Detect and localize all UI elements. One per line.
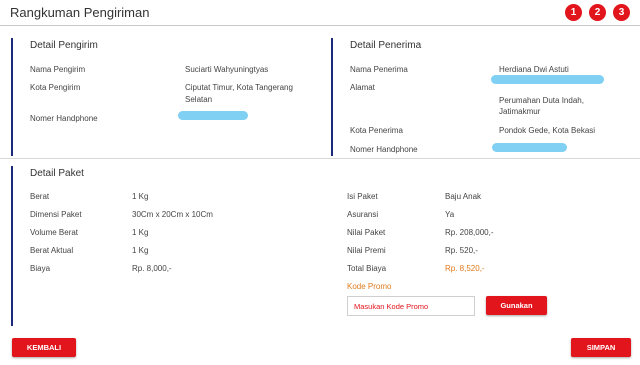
section-divider bbox=[0, 158, 640, 159]
sender-city-value-line1: Ciputat Timur, Kota Tangerang bbox=[185, 83, 293, 92]
receiver-section: Detail Penerima Nama Penerima Herdiana D… bbox=[331, 38, 631, 156]
receiver-phone-redaction bbox=[492, 143, 567, 152]
receiver-phone-label: Nomer Handphone bbox=[350, 145, 418, 154]
volume-weight-value: 1 Kg bbox=[132, 228, 149, 237]
sender-city-value-line2: Selatan bbox=[185, 95, 213, 104]
receiver-address-line1: Perumahan Duta Indah, bbox=[499, 96, 584, 105]
dimension-label: Dimensi Paket bbox=[30, 210, 82, 219]
premium-label: Nilai Premi bbox=[347, 246, 386, 255]
sender-phone-label: Nomer Handphone bbox=[30, 114, 98, 123]
dimension-value: 30Cm x 20Cm x 10Cm bbox=[132, 210, 213, 219]
actual-weight-value: 1 Kg bbox=[132, 246, 149, 255]
package-section-title: Detail Paket bbox=[30, 168, 84, 179]
step-3-badge[interactable]: 3 bbox=[613, 4, 630, 21]
sender-section: Detail Pengirim Nama Pengirim Suciarti W… bbox=[11, 38, 311, 156]
sender-name-value: Suciarti Wahyuningtyas bbox=[185, 65, 269, 74]
page-title: Rangkuman Pengiriman bbox=[10, 5, 150, 20]
step-indicator: 1 2 3 bbox=[565, 4, 630, 21]
cost-label: Biaya bbox=[30, 264, 51, 273]
weight-value: 1 Kg bbox=[132, 192, 149, 201]
insurance-value: Ya bbox=[445, 210, 455, 219]
promo-code-label: Kode Promo bbox=[347, 282, 392, 291]
receiver-name-value: Herdiana Dwi Astuti bbox=[499, 65, 569, 74]
receiver-address-label: Alamat bbox=[350, 83, 375, 92]
page-header: Rangkuman Pengiriman 1 2 3 bbox=[0, 0, 640, 26]
sender-section-bar bbox=[11, 38, 13, 156]
step-2-badge[interactable]: 2 bbox=[589, 4, 606, 21]
package-contents-value: Baju Anak bbox=[445, 192, 482, 201]
back-button[interactable]: KEMBALI bbox=[12, 338, 76, 357]
promo-code-input[interactable] bbox=[347, 296, 475, 316]
volume-weight-label: Volume Berat bbox=[30, 228, 79, 237]
receiver-city-value: Pondok Gede, Kota Bekasi bbox=[499, 126, 596, 135]
insurance-label: Asuransi bbox=[347, 210, 379, 219]
package-value-value: Rp. 208,000,- bbox=[445, 228, 494, 237]
sender-phone-redaction bbox=[178, 111, 248, 120]
save-button[interactable]: SIMPAN bbox=[571, 338, 631, 357]
step-1-badge[interactable]: 1 bbox=[565, 4, 582, 21]
weight-label: Berat bbox=[30, 192, 50, 201]
sender-name-label: Nama Pengirim bbox=[30, 65, 86, 74]
total-cost-label: Total Biaya bbox=[347, 264, 387, 273]
premium-value: Rp. 520,- bbox=[445, 246, 478, 255]
receiver-address-line2: Jatimakmur bbox=[499, 107, 541, 116]
receiver-section-title: Detail Penerima bbox=[350, 40, 422, 51]
cost-value: Rp. 8,000,- bbox=[132, 264, 172, 273]
package-value-label: Nilai Paket bbox=[347, 228, 386, 237]
receiver-name-redaction bbox=[491, 75, 604, 84]
apply-promo-button[interactable]: Gunakan bbox=[486, 296, 547, 315]
receiver-name-label: Nama Penerima bbox=[350, 65, 408, 74]
sender-section-title: Detail Pengirim bbox=[30, 40, 98, 51]
sender-city-label: Kota Pengirim bbox=[30, 83, 81, 92]
total-cost-value: Rp. 8,520,- bbox=[445, 264, 485, 273]
actual-weight-label: Berat Aktual bbox=[30, 246, 74, 255]
package-contents-label: Isi Paket bbox=[347, 192, 378, 201]
package-section-bar bbox=[11, 166, 13, 326]
receiver-section-bar bbox=[331, 38, 333, 156]
receiver-city-label: Kota Penerima bbox=[350, 126, 403, 135]
